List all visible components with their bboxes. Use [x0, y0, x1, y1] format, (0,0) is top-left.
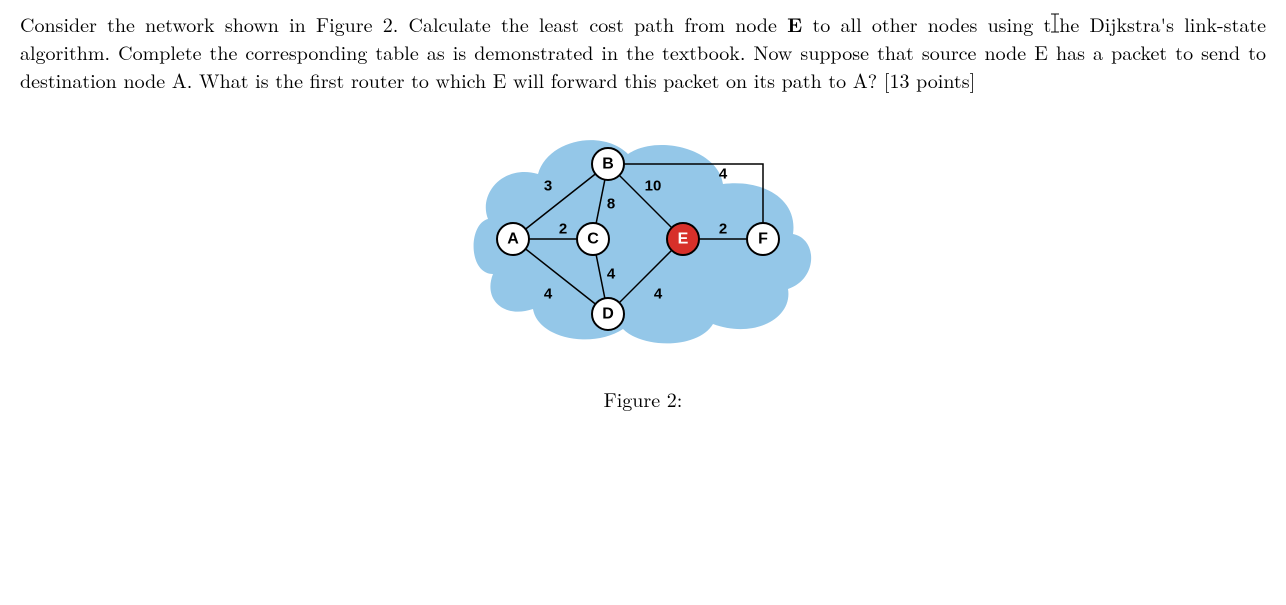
node-C-label: C	[587, 231, 599, 248]
weight-AD: 4	[544, 286, 553, 303]
problem-statement: Consider the network shown in Figure 2. …	[20, 10, 1266, 94]
weight-BC: 8	[607, 196, 615, 213]
problem-text-part2: to all other nodes using t	[802, 9, 1051, 38]
node-E-bold: E	[787, 9, 802, 38]
node-D-label: D	[602, 306, 614, 323]
node-E-label: E	[678, 231, 689, 248]
problem-text-part1: Consider the network shown in Figure 2. …	[20, 9, 787, 38]
weight-DE: 4	[654, 286, 663, 303]
node-B-label: B	[602, 156, 614, 173]
weight-EF: 2	[719, 221, 727, 238]
network-diagram: 3 2 4 8 10 4 4 4 2 A B C D E	[463, 124, 823, 354]
weight-AC: 2	[559, 221, 567, 238]
figure-container: 3 2 4 8 10 4 4 4 2 A B C D E	[20, 124, 1266, 413]
node-F-label: F	[758, 231, 768, 248]
weight-AB: 3	[544, 178, 552, 195]
node-A-label: A	[507, 231, 519, 248]
weight-BF: 4	[719, 166, 728, 183]
figure-caption: Figure 2:	[20, 385, 1266, 413]
weight-CD: 4	[607, 266, 616, 283]
weight-BE: 10	[645, 178, 662, 195]
